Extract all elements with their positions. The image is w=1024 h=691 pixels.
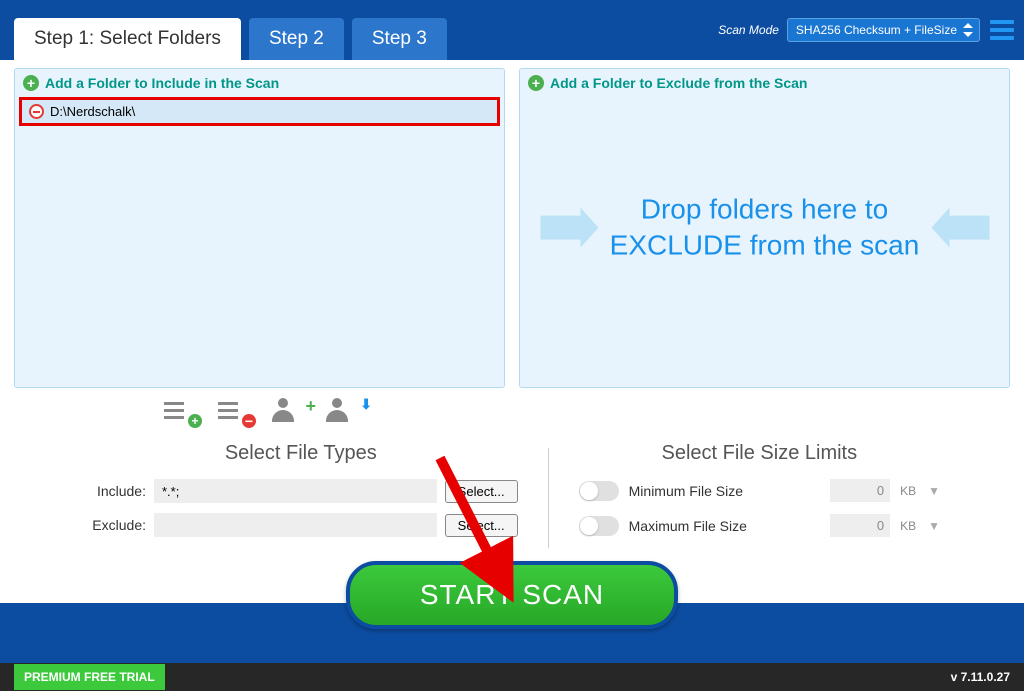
controls: Select File Types Include: Select... Exc…: [14, 442, 1010, 549]
exclude-panel: + Add a Folder to Exclude from the Scan …: [519, 68, 1010, 388]
include-input[interactable]: [154, 479, 437, 503]
min-size-unit: KB: [900, 484, 918, 498]
footer: PREMIUM FREE TRIAL v 7.11.0.27: [0, 663, 1024, 691]
menu-icon[interactable]: [990, 16, 1014, 44]
version-label: v 7.11.0.27: [951, 670, 1010, 684]
exclude-label: Exclude:: [84, 517, 146, 533]
toolbar-icons: + − + ⬇: [164, 398, 1010, 426]
scan-mode: Scan Mode SHA256 Checksum + FileSize: [718, 18, 980, 42]
add-exclude-folder[interactable]: + Add a Folder to Exclude from the Scan: [520, 69, 1009, 97]
drop-text: Drop folders here to EXCLUDE from the sc…: [590, 192, 939, 265]
divider: [548, 448, 549, 548]
tabs: Step 1: Select Folders Step 2 Step 3: [14, 0, 447, 60]
add-list-icon[interactable]: +: [164, 398, 200, 426]
exclude-drop-zone[interactable]: Drop folders here to EXCLUDE from the sc…: [520, 192, 1009, 265]
header: Step 1: Select Folders Step 2 Step 3 Sca…: [0, 0, 1024, 60]
min-size-value[interactable]: 0: [830, 479, 890, 502]
folder-row[interactable]: D:\Nerdschalk\: [21, 99, 498, 124]
remove-icon[interactable]: [29, 104, 44, 119]
exclude-header-text: Add a Folder to Exclude from the Scan: [550, 75, 807, 91]
max-size-dropdown-icon[interactable]: ▼: [928, 519, 940, 533]
arrow-right-icon: [540, 216, 580, 240]
max-size-toggle[interactable]: [579, 516, 619, 536]
max-size-value[interactable]: 0: [830, 514, 890, 537]
start-scan-button[interactable]: START SCAN: [346, 561, 678, 629]
arrow-left-icon: [949, 216, 989, 240]
panels: + Add a Folder to Include in the Scan D:…: [14, 68, 1010, 388]
trial-badge[interactable]: PREMIUM FREE TRIAL: [14, 664, 165, 690]
main: + Add a Folder to Include in the Scan D:…: [0, 60, 1024, 639]
plus-icon: +: [528, 75, 544, 91]
scan-mode-select[interactable]: SHA256 Checksum + FileSize: [787, 18, 980, 42]
file-size-section: Select File Size Limits Minimum File Siz…: [579, 442, 940, 549]
exclude-select-button[interactable]: Select...: [445, 514, 518, 537]
remove-list-icon[interactable]: −: [218, 398, 254, 426]
min-size-dropdown-icon[interactable]: ▼: [928, 484, 940, 498]
tab-step2[interactable]: Step 2: [249, 18, 344, 60]
import-user-icon[interactable]: ⬇: [326, 398, 362, 426]
file-size-title: Select File Size Limits: [579, 442, 940, 465]
min-size-toggle[interactable]: [579, 481, 619, 501]
include-label: Include:: [84, 483, 146, 499]
tab-step1[interactable]: Step 1: Select Folders: [14, 18, 241, 60]
file-types-title: Select File Types: [84, 442, 518, 465]
add-include-folder[interactable]: + Add a Folder to Include in the Scan: [15, 69, 504, 97]
scan-mode-label: Scan Mode: [718, 23, 779, 37]
folder-path: D:\Nerdschalk\: [50, 104, 135, 119]
max-size-unit: KB: [900, 519, 918, 533]
exclude-input[interactable]: [154, 513, 437, 537]
add-user-icon[interactable]: +: [272, 398, 308, 426]
include-header-text: Add a Folder to Include in the Scan: [45, 75, 279, 91]
max-size-label: Maximum File Size: [629, 518, 820, 534]
tab-step3[interactable]: Step 3: [352, 18, 447, 60]
plus-icon: +: [23, 75, 39, 91]
include-panel: + Add a Folder to Include in the Scan D:…: [14, 68, 505, 388]
min-size-label: Minimum File Size: [629, 483, 820, 499]
file-types-section: Select File Types Include: Select... Exc…: [84, 442, 518, 547]
include-select-button[interactable]: Select...: [445, 480, 518, 503]
